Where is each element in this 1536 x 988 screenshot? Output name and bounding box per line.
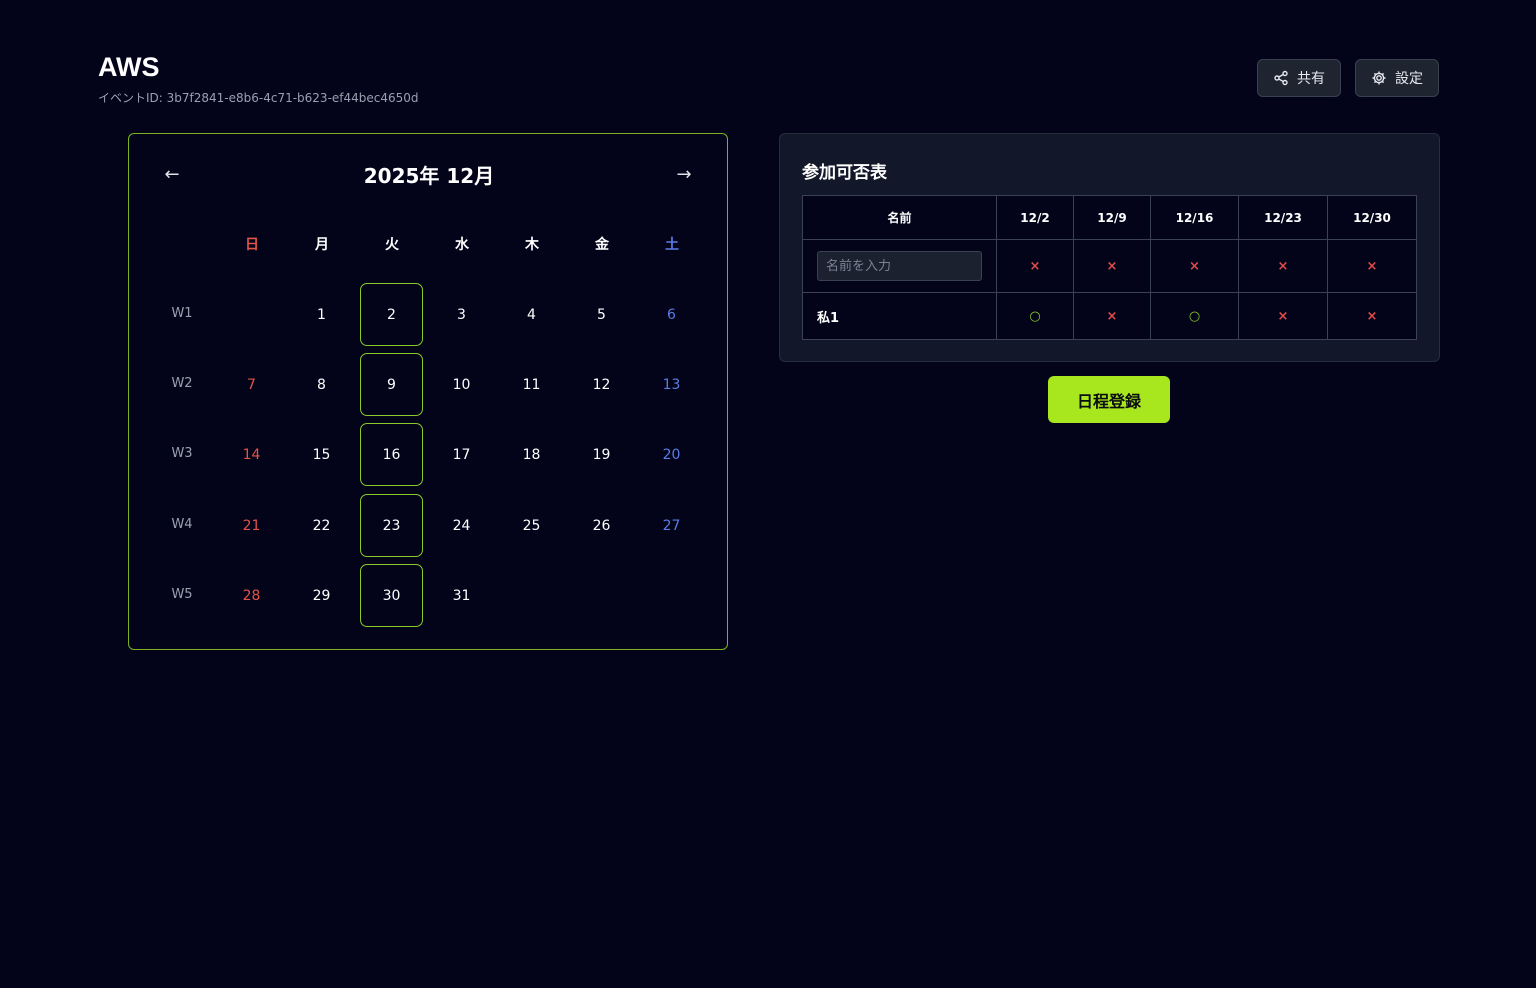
calendar-day[interactable]: 24 bbox=[430, 494, 493, 557]
calendar-day[interactable]: 10 bbox=[430, 353, 493, 416]
calendar-day[interactable]: 11 bbox=[500, 353, 563, 416]
weekday-header: 金 bbox=[595, 237, 609, 253]
availability-cell[interactable]: × bbox=[996, 239, 1074, 293]
calendar-day[interactable]: 23 bbox=[360, 494, 423, 557]
unavailable-mark: × bbox=[1106, 258, 1118, 274]
availability-cell[interactable]: × bbox=[1073, 292, 1151, 340]
event-id: イベントID: 3b7f2841-e8b6-4c71-b623-ef44bec4… bbox=[98, 91, 419, 105]
register-schedule-button[interactable]: 日程登録 bbox=[1048, 376, 1170, 423]
calendar-day[interactable]: 2 bbox=[360, 283, 423, 346]
calendar-day[interactable]: 29 bbox=[290, 564, 353, 627]
calendar-day[interactable]: 16 bbox=[360, 423, 423, 486]
unavailable-mark: × bbox=[1277, 258, 1289, 274]
table-row-input: × × × × × bbox=[802, 239, 1417, 293]
calendar-day[interactable]: 3 bbox=[430, 283, 493, 346]
calendar: ← 2025年 12月 → 日月火水木金土 W1 1 2 3 4 5 6 W2 7 8 9 10 11 12… bbox=[128, 133, 728, 650]
calendar-day[interactable]: 14 bbox=[220, 423, 283, 486]
share-icon bbox=[1274, 70, 1288, 86]
available-mark: ○ bbox=[1188, 308, 1201, 324]
next-month-button[interactable]: → bbox=[670, 160, 698, 188]
name-input[interactable] bbox=[817, 251, 982, 281]
date-column-header: 12/2 bbox=[996, 195, 1074, 240]
calendar-day[interactable]: 12 bbox=[570, 353, 633, 416]
availability-cell[interactable]: × bbox=[1327, 239, 1417, 293]
availability-cell[interactable]: × bbox=[1327, 292, 1417, 340]
table-header-row: 名前 12/2 12/9 12/16 12/23 12/30 bbox=[802, 195, 1417, 240]
availability-cell[interactable]: × bbox=[1073, 239, 1151, 293]
page-title: AWS bbox=[98, 52, 160, 82]
unavailable-mark: × bbox=[1366, 258, 1378, 274]
participant-name: 私1 bbox=[802, 292, 997, 340]
settings-label: 設定 bbox=[1395, 70, 1423, 86]
share-button[interactable]: 共有 bbox=[1257, 59, 1341, 97]
available-mark: ○ bbox=[1029, 308, 1041, 324]
calendar-day[interactable]: 31 bbox=[430, 564, 493, 627]
calendar-day[interactable]: 27 bbox=[640, 494, 703, 557]
availability-table: 名前 12/212/912/1612/2312/30 × × × × × 私1 ○ × ○ × × bbox=[802, 195, 1417, 340]
calendar-day[interactable]: 22 bbox=[290, 494, 353, 557]
calendar-title: 2025年 12月 bbox=[363, 164, 495, 188]
week-label: W3 bbox=[171, 446, 193, 461]
week-label: W2 bbox=[171, 376, 193, 391]
calendar-day[interactable]: 25 bbox=[500, 494, 563, 557]
calendar-day[interactable]: 30 bbox=[360, 564, 423, 627]
date-column-header: 12/30 bbox=[1327, 195, 1417, 240]
availability-title: 参加可否表 bbox=[802, 163, 887, 183]
calendar-day[interactable]: 8 bbox=[290, 353, 353, 416]
calendar-day[interactable]: 7 bbox=[220, 353, 283, 416]
availability-cell[interactable]: ○ bbox=[1150, 292, 1239, 340]
availability-cell[interactable]: × bbox=[1150, 239, 1239, 293]
calendar-day[interactable]: 1 bbox=[290, 283, 353, 346]
settings-button[interactable]: 設定 bbox=[1355, 59, 1439, 97]
date-column-header: 12/9 bbox=[1073, 195, 1151, 240]
calendar-day[interactable]: 28 bbox=[220, 564, 283, 627]
weekday-header: 月 bbox=[315, 237, 329, 253]
calendar-day[interactable]: 21 bbox=[220, 494, 283, 557]
gear-icon bbox=[1372, 71, 1386, 85]
name-input-cell bbox=[802, 239, 997, 293]
calendar-day[interactable]: 9 bbox=[360, 353, 423, 416]
unavailable-mark: × bbox=[1366, 308, 1378, 324]
unavailable-mark: × bbox=[1277, 308, 1289, 324]
availability-cell[interactable]: × bbox=[1238, 292, 1328, 340]
calendar-day[interactable]: 17 bbox=[430, 423, 493, 486]
calendar-day[interactable]: 15 bbox=[290, 423, 353, 486]
unavailable-mark: × bbox=[1029, 258, 1041, 274]
weekday-header: 木 bbox=[525, 237, 539, 253]
date-column-header: 12/16 bbox=[1150, 195, 1239, 240]
calendar-day[interactable]: 13 bbox=[640, 353, 703, 416]
weekday-header: 日 bbox=[245, 237, 259, 253]
table-row: 私1 ○ × ○ × × bbox=[802, 292, 1417, 340]
calendar-day[interactable]: 6 bbox=[640, 283, 703, 346]
unavailable-mark: × bbox=[1106, 308, 1118, 324]
calendar-day[interactable]: 20 bbox=[640, 423, 703, 486]
week-label: W5 bbox=[171, 587, 193, 602]
share-label: 共有 bbox=[1297, 70, 1325, 86]
weekday-header: 火 bbox=[385, 237, 399, 253]
availability-panel: 参加可否表 名前 12/212/912/1612/2312/30 × × × × × 私… bbox=[779, 133, 1440, 362]
calendar-day[interactable]: 19 bbox=[570, 423, 633, 486]
weekday-header: 土 bbox=[665, 237, 679, 253]
week-label: W4 bbox=[171, 517, 193, 532]
unavailable-mark: × bbox=[1189, 258, 1200, 274]
calendar-day[interactable]: 26 bbox=[570, 494, 633, 557]
weekday-header: 水 bbox=[455, 237, 469, 253]
availability-cell[interactable]: × bbox=[1238, 239, 1328, 293]
page: AWS イベントID: 3b7f2841-e8b6-4c71-b623-ef44… bbox=[0, 0, 1536, 988]
calendar-day[interactable]: 4 bbox=[500, 283, 563, 346]
name-column-header: 名前 bbox=[802, 195, 997, 240]
date-column-header: 12/23 bbox=[1238, 195, 1328, 240]
calendar-day[interactable]: 5 bbox=[570, 283, 633, 346]
availability-cell[interactable]: ○ bbox=[996, 292, 1074, 340]
week-label: W1 bbox=[171, 306, 193, 321]
calendar-day[interactable]: 18 bbox=[500, 423, 563, 486]
